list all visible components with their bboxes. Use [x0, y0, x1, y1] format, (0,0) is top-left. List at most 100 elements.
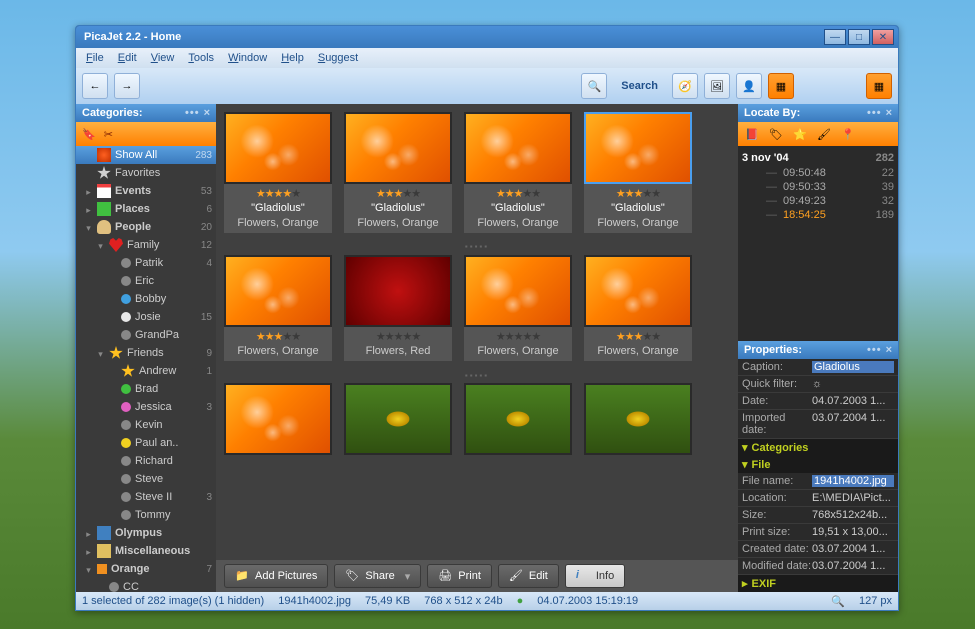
info-button[interactable]: iInfo: [565, 564, 625, 588]
property-row[interactable]: Caption:Gladiolus: [738, 359, 898, 376]
panel-options-icon[interactable]: •••: [867, 107, 882, 119]
locate-body[interactable]: 3 nov '04 282 —09:50:4822—09:50:3339—09:…: [738, 146, 898, 341]
thumbnail[interactable]: ★★★★★"Gladiolus"Flowers, Orange: [464, 112, 572, 233]
expand-icon[interactable]: [108, 511, 117, 520]
category-people[interactable]: ▾People20: [76, 218, 216, 236]
property-row[interactable]: Print size:19,51 x 13,00...: [738, 524, 898, 541]
category-friends[interactable]: ▾Friends9: [76, 344, 216, 362]
category-show-all[interactable]: Show All283: [76, 146, 216, 164]
category-tommy[interactable]: Tommy: [76, 506, 216, 524]
menu-file[interactable]: File: [80, 50, 110, 66]
thumbnail[interactable]: ★★★★★"Gladiolus"Flowers, Orange: [224, 112, 332, 233]
property-section-exif[interactable]: ▸EXIF: [738, 575, 898, 592]
expand-icon[interactable]: [108, 439, 117, 448]
maximize-button[interactable]: □: [848, 29, 870, 45]
category-events[interactable]: ▸Events53: [76, 182, 216, 200]
thumbnail[interactable]: ★★★★★Flowers, Orange: [224, 255, 332, 362]
expand-icon[interactable]: [108, 367, 117, 376]
share-button[interactable]: 🏷Share▾: [334, 564, 421, 588]
print-button[interactable]: 🖨Print: [427, 564, 492, 588]
forward-button[interactable]: →: [114, 73, 140, 99]
expand-icon[interactable]: ▸: [84, 529, 93, 538]
expand-icon[interactable]: [108, 457, 117, 466]
panel-options-icon[interactable]: •••: [867, 344, 882, 356]
locate-brush-icon[interactable]: 🖌: [814, 124, 834, 144]
locate-time-row[interactable]: —18:54:25189: [742, 208, 894, 222]
locate-tag-icon[interactable]: 🏷: [766, 124, 786, 144]
category-andrew[interactable]: Andrew1: [76, 362, 216, 380]
category-kevin[interactable]: Kevin: [76, 416, 216, 434]
category-family[interactable]: ▾Family12: [76, 236, 216, 254]
category-jessica[interactable]: Jessica3: [76, 398, 216, 416]
panel-options-icon[interactable]: •••: [185, 107, 200, 119]
thumbnail[interactable]: ★★★★★Flowers, Orange: [584, 255, 692, 362]
search-icon[interactable]: 🔍: [581, 73, 607, 99]
category-richard[interactable]: Richard: [76, 452, 216, 470]
property-row[interactable]: Size:768x512x24b...: [738, 507, 898, 524]
property-section-categories[interactable]: ▾Categories: [738, 439, 898, 456]
property-row[interactable]: Imported date:03.07.2004 1...: [738, 410, 898, 439]
cut-icon[interactable]: ✂: [104, 128, 113, 141]
expand-icon[interactable]: [108, 385, 117, 394]
menu-suggest[interactable]: Suggest: [312, 50, 364, 66]
thumbnail[interactable]: [464, 383, 572, 455]
expand-icon[interactable]: ▸: [84, 205, 93, 214]
locate-date-row[interactable]: 3 nov '04 282: [742, 150, 894, 166]
zoom-icon[interactable]: 🔍: [831, 595, 845, 608]
category-paul-an-[interactable]: Paul an..: [76, 434, 216, 452]
expand-icon[interactable]: [108, 259, 117, 268]
menu-window[interactable]: Window: [222, 50, 273, 66]
thumbnail[interactable]: ★★★★★Flowers, Orange: [464, 255, 572, 362]
titlebar[interactable]: PicaJet 2.2 - Home — □ ✕: [76, 26, 898, 48]
menu-view[interactable]: View: [145, 50, 181, 66]
close-button[interactable]: ✕: [872, 29, 894, 45]
tool-button-1[interactable]: 🧭: [672, 73, 698, 99]
right-panel-toggle[interactable]: ▦: [866, 73, 892, 99]
locate-star-icon[interactable]: ⭐: [790, 124, 810, 144]
category-patrik[interactable]: Patrik4: [76, 254, 216, 272]
expand-icon[interactable]: ▾: [96, 241, 105, 250]
category-steve-ii[interactable]: Steve II3: [76, 488, 216, 506]
view-thumbnails-button[interactable]: ▦: [768, 73, 794, 99]
expand-icon[interactable]: ▾: [96, 349, 105, 358]
search-button[interactable]: Search: [613, 80, 666, 92]
category-brad[interactable]: Brad: [76, 380, 216, 398]
back-button[interactable]: ←: [82, 73, 108, 99]
category-favorites[interactable]: Favorites: [76, 164, 216, 182]
locate-time-row[interactable]: —09:50:3339: [742, 180, 894, 194]
locate-time-row[interactable]: —09:49:2332: [742, 194, 894, 208]
bookmark-icon[interactable]: 🔖: [82, 128, 96, 141]
expand-icon[interactable]: [96, 583, 105, 592]
panel-close-icon[interactable]: ×: [886, 344, 892, 356]
property-section-file[interactable]: ▾File: [738, 456, 898, 473]
expand-icon[interactable]: ▾: [84, 565, 93, 574]
property-row[interactable]: Location:E:\MEDIA\Pict...: [738, 490, 898, 507]
panel-close-icon[interactable]: ×: [204, 107, 210, 119]
category-eric[interactable]: Eric: [76, 272, 216, 290]
property-row[interactable]: Modified date:03.07.2004 1...: [738, 558, 898, 575]
expand-icon[interactable]: [84, 169, 93, 178]
expand-icon[interactable]: [108, 475, 117, 484]
category-grandpa[interactable]: GrandPa: [76, 326, 216, 344]
expand-icon[interactable]: ▸: [84, 547, 93, 556]
thumbnail[interactable]: [344, 383, 452, 455]
menu-help[interactable]: Help: [275, 50, 310, 66]
expand-icon[interactable]: [108, 421, 117, 430]
thumbnail[interactable]: ★★★★★"Gladiolus"Flowers, Orange: [584, 112, 692, 233]
property-row[interactable]: File name:1941h4002.jpg: [738, 473, 898, 490]
expand-icon[interactable]: [108, 403, 117, 412]
category-cc[interactable]: CC: [76, 578, 216, 592]
category-miscellaneous[interactable]: ▸Miscellaneous: [76, 542, 216, 560]
expand-icon[interactable]: [108, 493, 117, 502]
locate-pin-icon[interactable]: 📍: [838, 124, 858, 144]
category-places[interactable]: ▸Places6: [76, 200, 216, 218]
thumbnails-area[interactable]: ★★★★★"Gladiolus"Flowers, Orange★★★★★"Gla…: [216, 104, 738, 560]
add-pictures-button[interactable]: 📁Add Pictures: [224, 564, 328, 588]
edit-button[interactable]: 🖌Edit: [498, 564, 559, 588]
category-bobby[interactable]: Bobby: [76, 290, 216, 308]
locate-book-icon[interactable]: 📕: [742, 124, 762, 144]
expand-icon[interactable]: [108, 295, 117, 304]
expand-icon[interactable]: [108, 331, 117, 340]
thumbnail[interactable]: [224, 383, 332, 455]
category-josie[interactable]: Josie15: [76, 308, 216, 326]
